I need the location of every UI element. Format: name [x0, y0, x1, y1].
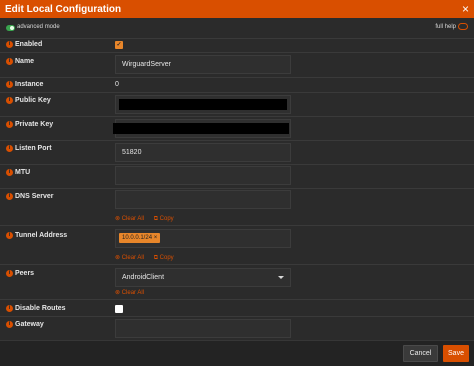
listen-port-label: Listen Port	[15, 145, 52, 152]
gateway-label: Gateway	[15, 321, 44, 328]
clear-all-link[interactable]: ⊗ Clear All	[115, 216, 148, 222]
close-icon[interactable]: ×	[462, 2, 469, 16]
peers-actions: ⊗ Clear All	[115, 289, 152, 296]
listen-port-input[interactable]: 51820	[115, 143, 291, 162]
divider	[0, 116, 474, 117]
disable-routes-label: Disable Routes	[15, 305, 66, 312]
clear-all-text: Clear All	[121, 216, 145, 222]
info-icon[interactable]: i	[6, 169, 13, 176]
instance-value: 0	[115, 81, 119, 88]
info-icon[interactable]: i	[6, 305, 13, 312]
dns-server-actions: ⊗ Clear All ⧉ Copy	[115, 215, 182, 223]
copy-text: Copy	[159, 255, 174, 261]
info-icon[interactable]: i	[6, 41, 13, 48]
cancel-button[interactable]: Cancel	[403, 345, 438, 362]
divider	[0, 316, 474, 317]
clear-all-text: Clear All	[121, 255, 145, 261]
mtu-input[interactable]	[115, 166, 291, 185]
toggle-icon[interactable]	[458, 23, 468, 30]
dns-server-input[interactable]	[115, 190, 291, 209]
divider	[0, 38, 474, 39]
name-label: Name	[15, 58, 35, 65]
chevron-down-icon	[278, 276, 284, 279]
divider	[0, 92, 474, 93]
tunnel-address-actions: ⊗ Clear All ⧉ Copy	[115, 254, 182, 262]
redaction-bar	[119, 99, 287, 110]
save-button[interactable]: Save	[443, 345, 469, 362]
info-icon[interactable]: i	[6, 321, 13, 328]
copy-link[interactable]: ⧉ Copy	[154, 255, 178, 261]
peers-label: Peers	[15, 270, 35, 277]
peers-selected: AndroidClient	[122, 274, 165, 281]
peers-select[interactable]: AndroidClient	[115, 268, 291, 287]
title-bar: Edit Local Configuration ×	[0, 0, 474, 18]
divider	[0, 52, 474, 53]
advanced-mode-label: advanced mode	[17, 24, 60, 30]
divider	[0, 140, 474, 141]
advanced-mode-toggle[interactable]	[6, 25, 15, 31]
info-icon[interactable]: i	[6, 58, 13, 65]
mtu-label: MTU	[15, 169, 31, 176]
info-icon[interactable]: i	[6, 270, 13, 277]
divider	[0, 77, 474, 78]
divider	[0, 164, 474, 165]
private-key-label: Private Key	[15, 121, 54, 128]
disable-routes-checkbox[interactable]	[115, 305, 123, 313]
dns-server-label: DNS Server	[15, 193, 54, 200]
full-help-label[interactable]: full help	[435, 24, 456, 30]
info-icon[interactable]: i	[6, 81, 13, 88]
divider	[0, 188, 474, 189]
enabled-checkbox[interactable]: ✓	[115, 41, 123, 49]
tunnel-address-tag[interactable]: 10.0.0.1/24 ×	[119, 233, 161, 243]
divider	[0, 264, 474, 265]
info-icon[interactable]: i	[6, 232, 13, 239]
divider	[0, 299, 474, 300]
info-icon[interactable]: i	[6, 145, 13, 152]
public-key-label: Public Key	[15, 97, 51, 104]
copy-text: Copy	[159, 216, 174, 222]
clear-all-link[interactable]: ⊗ Clear All	[115, 290, 148, 296]
copy-link[interactable]: ⧉ Copy	[154, 216, 178, 222]
gateway-input[interactable]	[115, 319, 291, 338]
clear-all-link[interactable]: ⊗ Clear All	[115, 255, 148, 261]
redaction-bar	[113, 123, 289, 134]
info-icon[interactable]: i	[6, 121, 13, 128]
info-icon[interactable]: i	[6, 193, 13, 200]
clear-all-text: Clear All	[121, 290, 145, 296]
instance-label: Instance	[15, 81, 44, 88]
window-title: Edit Local Configuration	[5, 3, 122, 15]
info-icon[interactable]: i	[6, 97, 13, 104]
tunnel-address-label: Tunnel Address	[15, 232, 68, 239]
divider	[0, 225, 474, 226]
enabled-label: Enabled	[15, 41, 43, 48]
name-input[interactable]: WirguardServer	[115, 55, 291, 74]
